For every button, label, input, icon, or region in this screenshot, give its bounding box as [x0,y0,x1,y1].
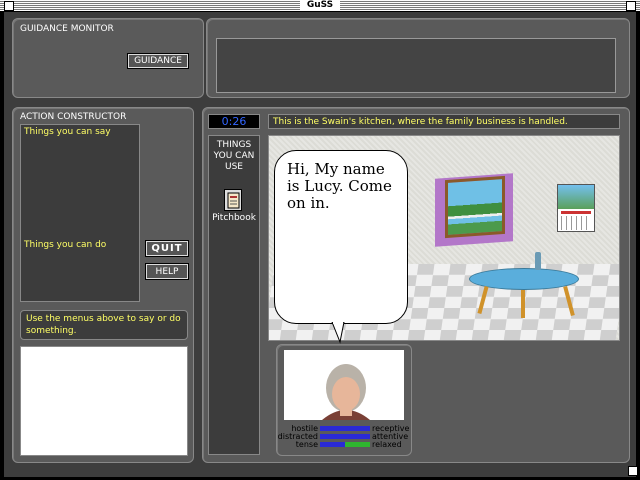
guidance-monitor-heading: GUIDANCE MONITOR [20,24,114,34]
things-you-can-use-column [208,135,260,455]
speech-bubble: Hi, My name is Lucy. Come on in. [274,150,408,324]
resize-grip-icon[interactable] [628,466,638,476]
help-button[interactable]: HELP [145,263,189,280]
input-area[interactable] [20,346,188,456]
mood-bar-tense-relaxed [320,442,370,447]
pitchbook-icon[interactable] [224,189,242,211]
flower-vase [535,252,541,270]
action-menu-box [20,124,140,302]
zoom-box-icon[interactable] [626,1,636,11]
scene-description: This is the Swain's kitchen, where the f… [268,114,620,129]
timer: 0:26 [208,114,260,129]
mood-label-tense: tense [295,440,318,449]
character-portrait [284,350,404,420]
wall-calendar [557,184,595,232]
action-constructor-heading: ACTION CONSTRUCTOR [20,112,127,122]
guidance-output-box [216,38,616,93]
mood-label-relaxed: relaxed [372,440,402,449]
mood-bar-hostile-receptive [320,426,370,431]
quit-button[interactable]: QUIT [145,240,189,257]
mood-bar-distracted-attentive [320,434,370,439]
speech-text: Hi, My name is Lucy. Come on in. [287,160,392,212]
speech-bubble-tail [331,322,345,344]
things-you-can-use-heading: THINGS YOU CAN USE [213,140,255,172]
things-you-can-do-menu[interactable]: Things you can do [24,240,106,250]
close-box-icon[interactable] [4,1,14,11]
guidance-button[interactable]: GUIDANCE [127,53,189,69]
kitchen-window [445,175,505,239]
hint-text: Use the menus above to say or do somethi… [20,310,188,340]
pitchbook-label[interactable]: Pitchbook [210,213,258,223]
table-leg [521,290,525,318]
things-you-can-say-menu[interactable]: Things you can say [24,127,111,137]
window-title: GuSS [300,0,340,11]
